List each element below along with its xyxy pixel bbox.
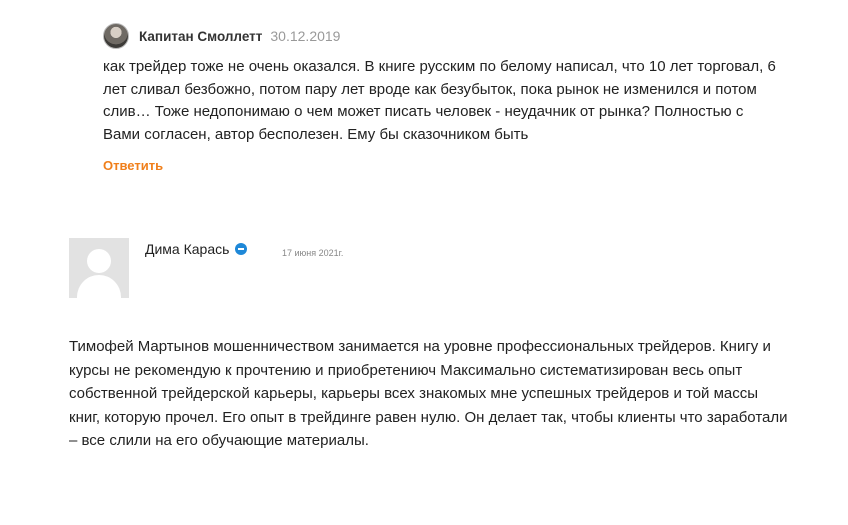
comment-date: 30.12.2019 bbox=[270, 28, 341, 44]
comment-header: Дима Карась 17 июня 2021г. bbox=[69, 238, 769, 298]
comment-date: 17 июня 2021г. bbox=[282, 248, 344, 258]
comment-text: Тимофей Мартынов мошенничеством занимает… bbox=[69, 338, 788, 449]
comment-author-name: Дима Карась bbox=[145, 241, 230, 257]
verified-icon bbox=[235, 243, 248, 255]
comment-author[interactable]: Капитан Смоллетт bbox=[139, 29, 262, 44]
comment-text: как трейдер тоже не очень оказался. В кн… bbox=[103, 58, 776, 143]
avatar[interactable] bbox=[103, 23, 129, 49]
comment-author: Дима Карась bbox=[145, 241, 248, 257]
reply-comment-header: Капитан Смоллетт 30.12.2019 bbox=[103, 20, 803, 52]
reply-button[interactable]: Ответить bbox=[103, 158, 163, 173]
default-avatar-icon bbox=[69, 238, 129, 298]
reply-comment: Капитан Смоллетт 30.12.2019 как трейдер … bbox=[103, 20, 803, 175]
